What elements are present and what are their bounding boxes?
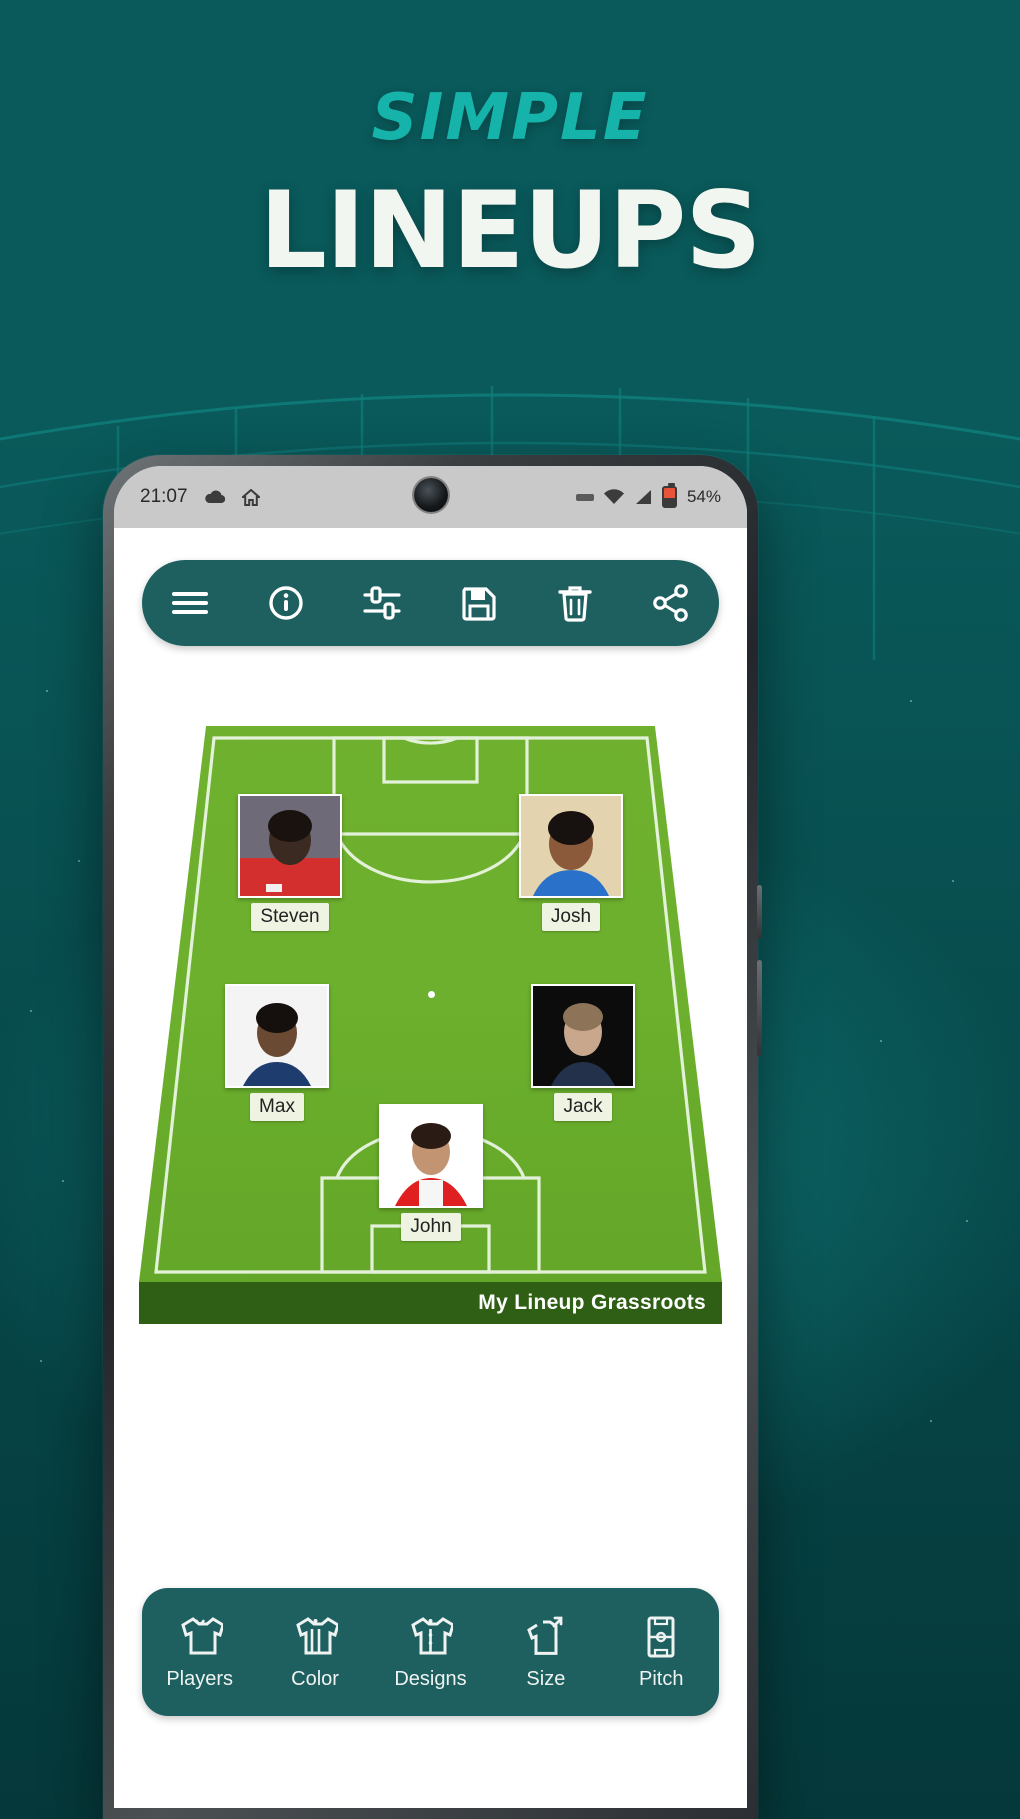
player-name: Steven — [251, 903, 329, 931]
battery-icon — [661, 483, 677, 508]
tab-label: Designs — [394, 1668, 467, 1690]
front-camera-punch-hole — [413, 478, 448, 512]
player-name: Jack — [554, 1093, 612, 1121]
pitch-icon — [647, 1616, 675, 1658]
signal-icon — [634, 489, 652, 505]
jersey-designs-icon — [411, 1617, 454, 1655]
watermark-text: My Lineup Grassroots — [478, 1291, 706, 1314]
player-name: Max — [250, 1093, 304, 1121]
app-content: My Lineup Grassroots Steven Josh Max Jac… — [114, 528, 747, 1808]
player-card[interactable]: John — [379, 1104, 483, 1241]
player-name: John — [401, 1213, 461, 1241]
phone-screen: 21:07 54% My Lineup Grassroots Steven Jo… — [114, 466, 747, 1808]
phone-mockup: 21:07 54% My Lineup Grassroots Steven Jo… — [103, 455, 762, 1819]
tab-label: Color — [291, 1668, 339, 1690]
tab-label: Pitch — [639, 1668, 684, 1690]
tab-size[interactable]: Size — [500, 1613, 592, 1691]
player-card[interactable]: Josh — [519, 794, 623, 931]
tab-color[interactable]: Color — [269, 1613, 361, 1691]
jersey-color-icon — [296, 1617, 339, 1655]
tab-players[interactable]: Players — [154, 1613, 246, 1691]
pitch-canvas[interactable]: My Lineup Grassroots Steven Josh Max Jac… — [139, 726, 722, 1324]
promo-title: LINEUPS — [259, 169, 761, 292]
tab-label: Players — [166, 1668, 234, 1690]
player-photo — [238, 794, 342, 898]
player-card[interactable]: Max — [225, 984, 329, 1121]
app-toolbar — [142, 560, 719, 646]
settings-button[interactable] — [353, 574, 411, 632]
player-photo — [531, 984, 635, 1088]
trash-icon — [558, 586, 592, 622]
jersey-players-icon — [180, 1617, 223, 1655]
tab-pitch[interactable]: Pitch — [615, 1613, 707, 1691]
save-button[interactable] — [450, 574, 508, 632]
battery-level-label: 54% — [686, 487, 721, 506]
player-card[interactable]: Jack — [531, 984, 635, 1121]
info-circle-icon — [269, 586, 303, 620]
menu-button[interactable] — [161, 574, 219, 632]
wifi-icon — [603, 489, 624, 505]
pitch-watermark-banner: My Lineup Grassroots — [139, 1282, 722, 1324]
player-photo — [379, 1104, 483, 1208]
tab-designs[interactable]: Designs — [384, 1613, 476, 1691]
save-disk-icon — [461, 587, 496, 621]
player-photo — [519, 794, 623, 898]
status-bar-left: 21:07 — [140, 486, 260, 508]
mobile-data-icon — [575, 490, 594, 504]
cloud-icon — [204, 489, 226, 505]
phone-power-button — [757, 960, 762, 1056]
jersey-size-icon — [527, 1616, 563, 1655]
info-button[interactable] — [257, 574, 315, 632]
status-bar-right: 54% — [575, 483, 721, 508]
status-bar: 21:07 54% — [114, 466, 747, 528]
tab-label: Size — [526, 1668, 566, 1690]
player-name: Josh — [541, 903, 601, 931]
home-icon — [241, 488, 260, 506]
delete-button[interactable] — [546, 574, 604, 632]
center-spot — [428, 991, 435, 998]
phone-volume-button — [757, 885, 762, 939]
player-card[interactable]: Steven — [238, 794, 342, 931]
hamburger-menu-icon — [172, 592, 209, 614]
player-photo — [225, 984, 329, 1088]
promo-headline: SIMPLE LINEUPS — [0, 86, 1020, 284]
bottom-tab-bar: Players Color Designs Size Pitch — [142, 1588, 719, 1716]
share-button[interactable] — [642, 574, 700, 632]
sliders-icon — [363, 586, 401, 620]
promo-subtitle: SIMPLE — [371, 81, 649, 155]
share-nodes-icon — [653, 584, 688, 622]
status-bar-time: 21:07 — [140, 486, 188, 507]
